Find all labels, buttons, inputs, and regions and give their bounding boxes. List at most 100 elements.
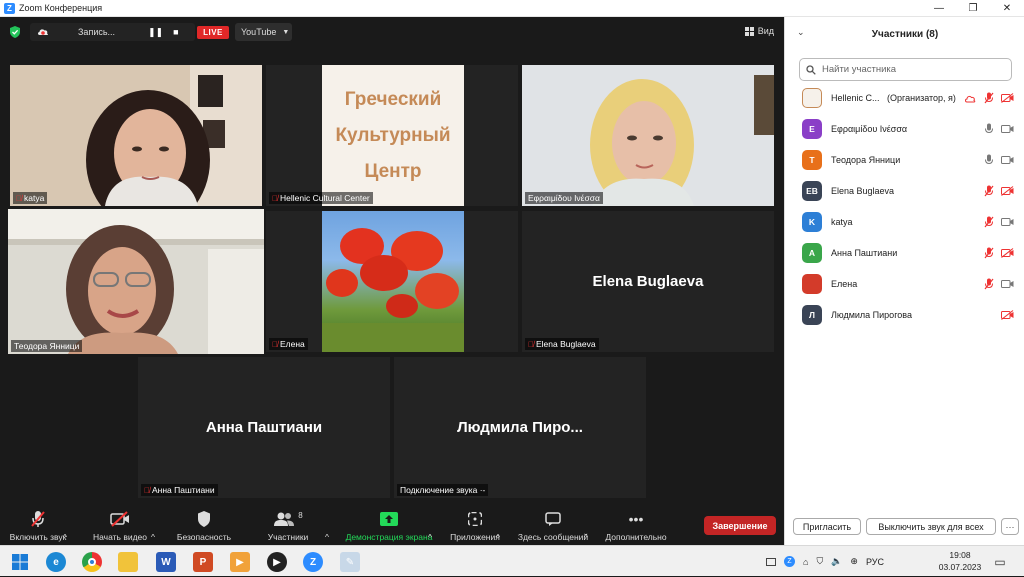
participant-row[interactable]: EB Elena Buglaeva xyxy=(785,177,1024,205)
video-tile-elena[interactable]: 🎙̸ Елена xyxy=(266,211,518,352)
encryption-shield-icon[interactable] xyxy=(9,26,21,38)
stream-target-dropdown[interactable]: YouTube ▼ xyxy=(235,23,292,41)
video-off-icon[interactable] xyxy=(1000,246,1014,260)
video-options-chevron-icon[interactable]: ^ xyxy=(151,507,155,545)
close-button[interactable]: ✕ xyxy=(990,0,1024,17)
network-tray-icon[interactable]: ⌂ xyxy=(803,557,808,567)
window-title: Zoom Конференция xyxy=(19,3,103,13)
notifications-icon[interactable]: ▭ xyxy=(990,552,1010,572)
participant-name: Εφραιμίδου Ινέσσα xyxy=(831,124,908,134)
pause-recording-icon[interactable]: ❚❚ xyxy=(148,27,163,38)
shield-tray-icon[interactable]: ⊕ xyxy=(850,556,858,567)
mic-muted-icon[interactable] xyxy=(982,184,996,198)
start-video-button[interactable]: Начать видео xyxy=(88,507,152,545)
maximize-button[interactable]: ❐ xyxy=(956,0,990,17)
video-tile-elena-buglaeva[interactable]: Elena Buglaeva 🎙̸ Elena Buglaeva xyxy=(522,211,774,352)
mic-muted-icon: 🎙̸ xyxy=(272,193,278,203)
invite-button[interactable]: Пригласить xyxy=(793,518,861,535)
participant-row[interactable]: Л Людмила Пирогова xyxy=(785,301,1024,329)
chat-options-chevron-icon[interactable]: ^ xyxy=(584,507,588,545)
video-off-icon xyxy=(109,510,131,528)
participant-search[interactable] xyxy=(799,58,1012,81)
end-meeting-button[interactable]: Завершение xyxy=(704,516,776,535)
mic-muted-icon[interactable] xyxy=(982,91,996,105)
apps-options-chevron-icon[interactable]: ^ xyxy=(496,507,500,545)
edge-icon[interactable]: e xyxy=(46,552,66,572)
powerpoint-icon[interactable]: P xyxy=(193,552,213,572)
live-badge[interactable]: LIVE xyxy=(197,26,229,39)
tile-name-label: Εφραιμίδου Ινέσσα xyxy=(525,192,603,204)
security-button[interactable]: Безопасность xyxy=(172,507,236,545)
video-tile-lyudmila[interactable]: Людмила Пиро... Подключение звука ·- xyxy=(394,357,646,498)
logo-line-1: Греческий xyxy=(345,89,442,110)
mic-icon[interactable] xyxy=(982,308,996,322)
zoom-taskbar-icon[interactable]: Z xyxy=(303,552,323,572)
participant-row[interactable]: Елена xyxy=(785,270,1024,298)
participants-panel: Участники (8) ⌄ Hellenic C... (Организато… xyxy=(784,17,1024,545)
panel-more-button[interactable]: ··· xyxy=(1001,518,1019,535)
tile-name-label: 🎙̸ Elena Buglaeva xyxy=(525,338,599,350)
share-screen-label: Демонстрация экрана xyxy=(345,532,433,542)
participant-role: (Организатор, я) xyxy=(887,93,956,103)
participant-name: Людмила Пирогова xyxy=(831,310,912,320)
minimize-button[interactable]: — xyxy=(922,0,956,17)
video-off-icon[interactable] xyxy=(1000,91,1014,105)
date: 03.07.2023 xyxy=(938,562,982,572)
participant-video xyxy=(10,65,262,206)
avatar: T xyxy=(802,150,822,170)
participant-row[interactable]: A Анна Паштиани xyxy=(785,239,1024,267)
more-button[interactable]: ••• Дополнительно xyxy=(600,507,672,545)
participants-options-chevron-icon[interactable]: ^ xyxy=(325,507,329,545)
video-icon[interactable] xyxy=(1000,215,1014,229)
unmute-button[interactable]: Включить звук xyxy=(6,507,70,545)
video-tile-teodora[interactable]: Теодора Янници xyxy=(8,209,264,354)
mic-muted-icon[interactable] xyxy=(982,277,996,291)
mic-icon[interactable] xyxy=(982,153,996,167)
chevron-down-icon[interactable]: ⌄ xyxy=(797,27,805,38)
mic-muted-icon[interactable] xyxy=(982,215,996,229)
mic-muted-icon[interactable] xyxy=(982,246,996,260)
video-off-icon[interactable] xyxy=(1000,184,1014,198)
zoom-tray-icon[interactable]: Z xyxy=(784,556,795,567)
windows-start-icon[interactable] xyxy=(10,552,30,572)
word-icon[interactable]: W xyxy=(156,552,176,572)
paint-icon[interactable]: ✎ xyxy=(340,552,360,572)
cloud-record-icon xyxy=(963,91,977,105)
audio-options-chevron-icon[interactable]: ^ xyxy=(63,507,67,545)
security-tray-icon[interactable]: ⛉ xyxy=(816,556,823,567)
share-options-chevron-icon[interactable]: ^ xyxy=(428,507,432,545)
media-icon[interactable]: ▶ xyxy=(230,552,250,572)
speaker-tray-icon[interactable]: 🔈 xyxy=(831,556,842,567)
participant-row[interactable]: E Εφραιμίδου Ινέσσα xyxy=(785,115,1024,143)
video-tile-efraimidou[interactable]: Εφραιμίδου Ινέσσα xyxy=(522,65,774,206)
chrome-icon[interactable] xyxy=(82,552,102,572)
mute-all-button[interactable]: Выключить звук для всех xyxy=(866,518,996,535)
tray-icon[interactable] xyxy=(766,557,776,566)
video-icon[interactable] xyxy=(1000,277,1014,291)
video-icon[interactable] xyxy=(1000,122,1014,136)
avatar xyxy=(802,274,822,294)
video-icon[interactable] xyxy=(1000,153,1014,167)
stop-recording-icon[interactable]: ■ xyxy=(173,27,178,37)
search-input[interactable] xyxy=(822,64,1002,75)
zoom-app-icon: Z xyxy=(4,2,15,14)
language-indicator[interactable]: РУС xyxy=(866,557,884,567)
media-player-icon[interactable]: ▶ xyxy=(267,552,287,572)
participants-button[interactable]: 8 Участники xyxy=(256,507,320,545)
participant-name: Анна Паштиани xyxy=(831,248,898,258)
video-tile-anna[interactable]: Анна Паштиани 🎙̸ Анна Паштиани xyxy=(138,357,390,498)
chevron-down-icon: ▼ xyxy=(282,28,290,36)
participant-row[interactable]: Hellenic C... (Организатор, я) xyxy=(785,84,1024,112)
view-button[interactable]: Вид xyxy=(744,26,774,36)
video-tile-katya[interactable]: 🎙̸ katya xyxy=(10,65,262,206)
participants-icon: 8 xyxy=(268,510,308,528)
video-tile-hellenic-cultural-center[interactable]: Греческий Культурный Центр 🎙̸ Hellenic Cu… xyxy=(266,65,518,206)
clock[interactable]: 19:08 03.07.2023 xyxy=(935,549,985,573)
participant-row[interactable]: T Теодора Янници xyxy=(785,146,1024,174)
mic-icon[interactable] xyxy=(982,122,996,136)
avatar: EB xyxy=(802,181,822,201)
share-screen-button[interactable]: Демонстрация экрана xyxy=(340,507,438,545)
participant-row[interactable]: Kkatya xyxy=(785,208,1024,236)
video-off-icon[interactable] xyxy=(1000,308,1014,322)
file-explorer-icon[interactable] xyxy=(118,552,138,572)
